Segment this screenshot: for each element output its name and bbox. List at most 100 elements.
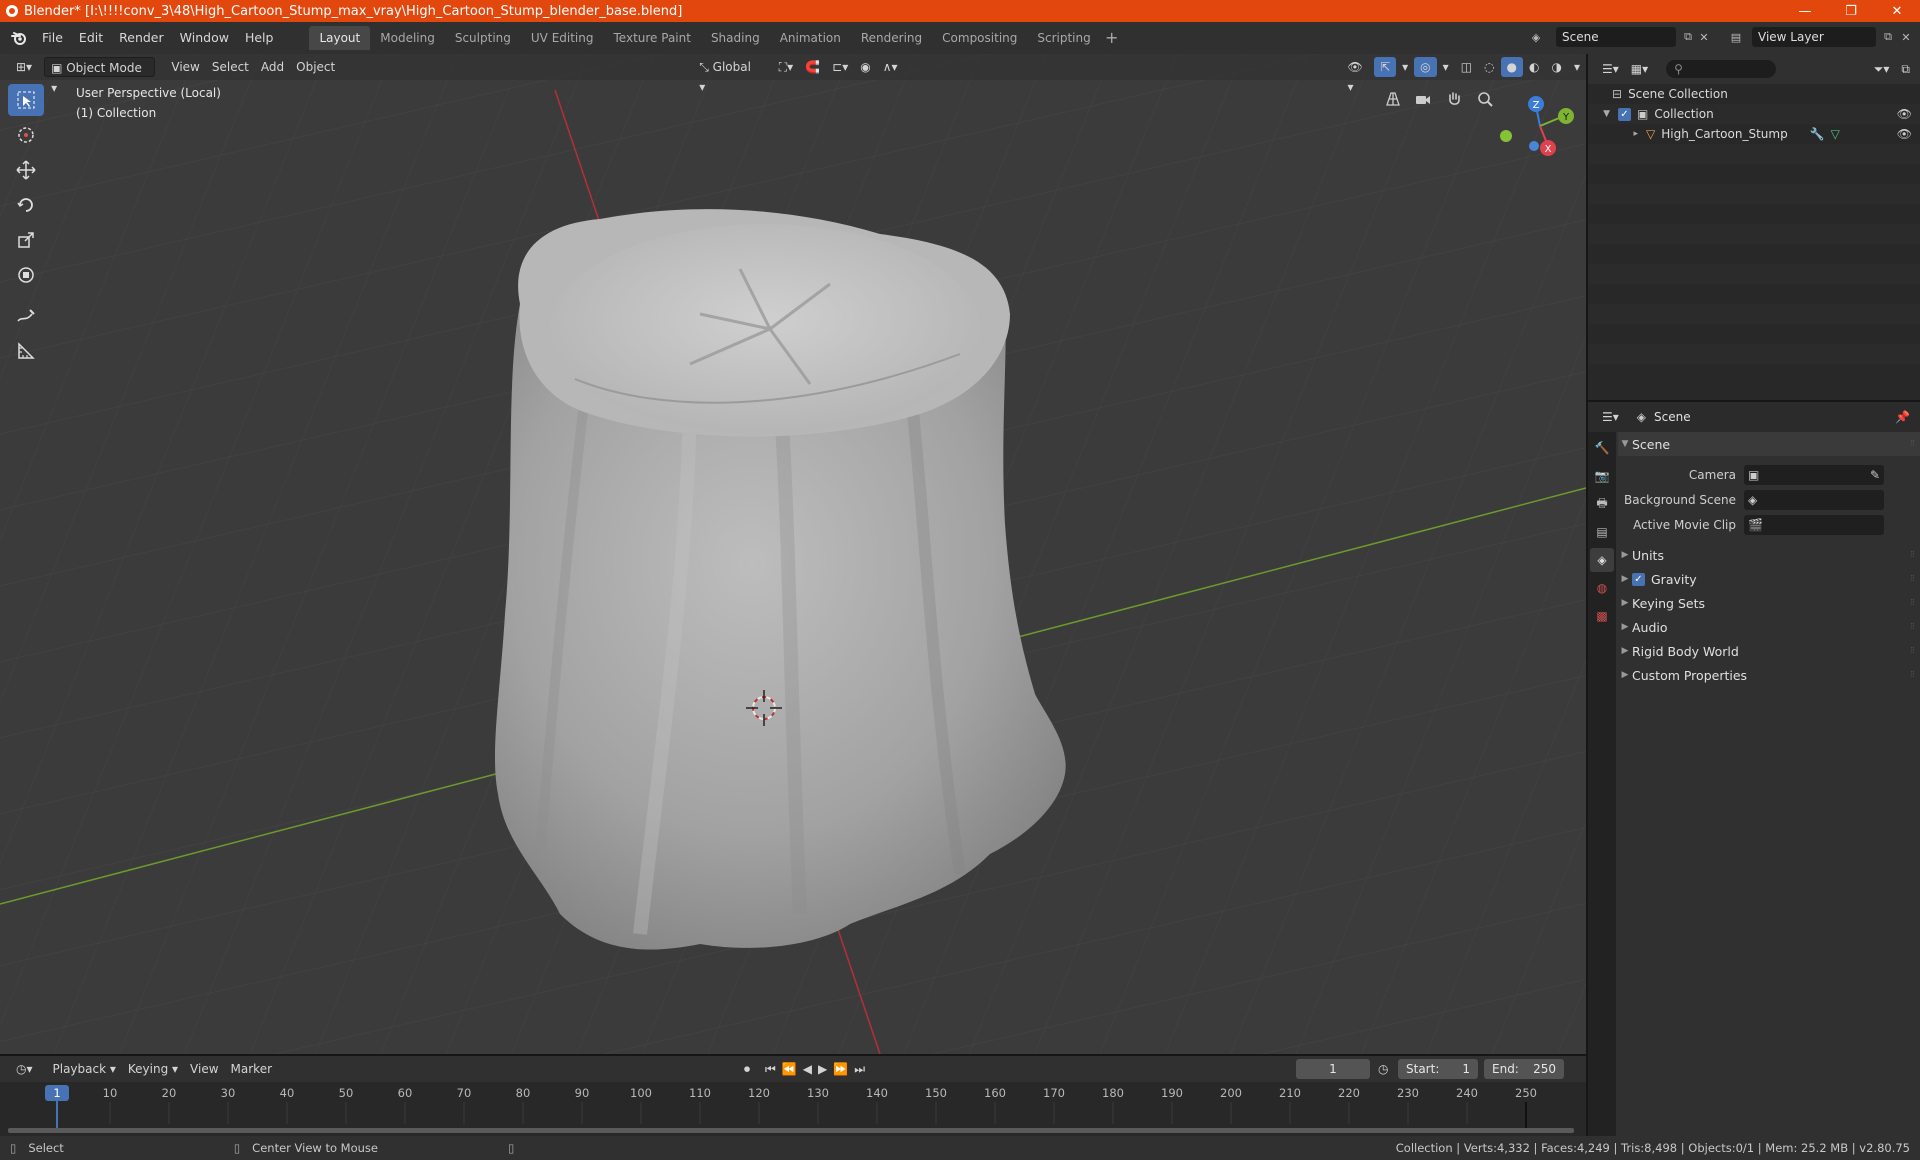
visibility-icon[interactable]: 👁▾: [1342, 57, 1375, 94]
solid-shading-icon[interactable]: ●: [1500, 57, 1523, 77]
drag-grip-icon[interactable]: ⁝⁝: [1910, 574, 1915, 584]
audio-panel-header[interactable]: ▶ Audio ⁝⁝: [1618, 615, 1920, 639]
gravity-checkbox[interactable]: ✓: [1632, 572, 1645, 586]
shading-dropdown-icon[interactable]: ▾: [1568, 57, 1586, 77]
tab-compositing[interactable]: Compositing: [932, 26, 1027, 50]
overlay-toggle-icon[interactable]: ◎: [1414, 57, 1437, 77]
menu-playback[interactable]: Playback ▾: [47, 1059, 122, 1079]
pan-view-hand-icon[interactable]: [1441, 86, 1467, 112]
tab-scripting[interactable]: Scripting: [1027, 26, 1100, 50]
gizmo-dropdown-icon[interactable]: ▾: [1396, 57, 1414, 77]
end-frame-field[interactable]: End: 250: [1484, 1059, 1564, 1079]
background-scene-field[interactable]: ◈: [1744, 489, 1884, 510]
camera-field[interactable]: ▣ ✎: [1744, 464, 1884, 485]
tab-view-layer[interactable]: ▤: [1590, 520, 1614, 544]
menu-add[interactable]: Add: [255, 57, 290, 77]
editor-type-icon[interactable]: ⊞▾: [10, 57, 38, 77]
timeline-ruler[interactable]: 1 10 20 30 40 50 60 70 80 90 100 110 120 130 140 150 160…: [0, 1082, 1586, 1136]
keying-sets-panel-header[interactable]: ▶ Keying Sets ⁝⁝: [1618, 591, 1920, 615]
toggle-camera-view-grid-icon[interactable]: [1380, 86, 1406, 112]
tab-layout[interactable]: Layout: [309, 26, 371, 50]
snap-icon[interactable]: 🧲: [799, 57, 826, 77]
object-mode-dropdown[interactable]: ▣ Object Mode ▾: [44, 57, 156, 95]
menu-keying[interactable]: Keying ▾: [122, 1059, 184, 1079]
play-reverse-button[interactable]: ◀: [800, 1059, 815, 1079]
cursor-tool[interactable]: [8, 119, 44, 151]
menu-object[interactable]: Object: [290, 57, 341, 77]
camera-view-icon[interactable]: [1410, 86, 1436, 112]
start-frame-field[interactable]: Start: 1: [1398, 1059, 1478, 1079]
rotate-tool[interactable]: [8, 189, 44, 221]
menu-file[interactable]: File: [34, 27, 71, 49]
menu-marker[interactable]: Marker: [225, 1059, 278, 1079]
outliner-search-input[interactable]: ⚲: [1666, 60, 1777, 78]
eyedropper-icon[interactable]: ✎: [1870, 468, 1880, 482]
tab-sculpting[interactable]: Sculpting: [445, 26, 521, 50]
expand-object-icon[interactable]: ▸: [1588, 129, 1638, 139]
rendered-shading-icon[interactable]: ◑: [1545, 57, 1567, 77]
outliner-editor-type-icon[interactable]: ☰▾: [1596, 59, 1625, 79]
mesh-data-icon[interactable]: ▽: [1831, 127, 1840, 141]
use-preview-range-icon[interactable]: ◷: [1372, 1059, 1394, 1079]
add-workspace-icon[interactable]: +: [1101, 27, 1123, 49]
current-frame-field[interactable]: 1: [1296, 1059, 1370, 1079]
record-button[interactable]: ⏺: [738, 1059, 756, 1079]
minimize-button[interactable]: —: [1782, 0, 1828, 22]
pin-icon[interactable]: 📌: [1895, 410, 1910, 424]
3d-viewport[interactable]: Z Y X ⊞▾ ▣ Object Mode ▾ View Select Add…: [0, 54, 1586, 1054]
filter-icon[interactable]: ⏷▾: [1868, 59, 1896, 79]
play-button[interactable]: ▶: [815, 1059, 830, 1079]
collection-enable-checkbox[interactable]: ✓: [1618, 107, 1631, 121]
menu-render[interactable]: Render: [111, 27, 172, 49]
new-view-layer-icon[interactable]: ⧉: [1878, 27, 1898, 47]
tab-world[interactable]: ◍: [1590, 576, 1614, 600]
timeline-editor-type-icon[interactable]: ◷▾: [10, 1059, 39, 1079]
rigid-body-world-panel-header[interactable]: ▶ Rigid Body World ⁝⁝: [1618, 639, 1920, 663]
jump-to-keyframe-back-button[interactable]: ⏪: [779, 1059, 800, 1079]
drag-grip-icon[interactable]: ⁝⁝: [1910, 622, 1915, 632]
overlay-dropdown-icon[interactable]: ▾: [1437, 57, 1455, 77]
drag-grip-icon[interactable]: ⁝⁝: [1910, 646, 1915, 656]
tab-texture-paint[interactable]: Texture Paint: [604, 26, 701, 50]
menu-select[interactable]: Select: [206, 57, 255, 77]
tab-output[interactable]: 🖶: [1590, 492, 1614, 516]
menu-timeline-view[interactable]: View: [184, 1059, 224, 1079]
select-box-tool[interactable]: [8, 84, 44, 116]
jump-to-start-button[interactable]: ⏮: [762, 1059, 779, 1079]
measure-tool[interactable]: [8, 335, 44, 367]
jump-to-keyframe-forward-button[interactable]: ⏩: [830, 1059, 851, 1079]
custom-properties-panel-header[interactable]: ▶ Custom Properties ⁝⁝: [1618, 663, 1920, 687]
tab-tool[interactable]: 🔨: [1590, 436, 1614, 460]
view-layer-field[interactable]: View Layer: [1752, 27, 1876, 47]
falloff-icon[interactable]: ∧▾: [877, 57, 904, 77]
annotate-tool[interactable]: [8, 300, 44, 332]
viewport-scene[interactable]: Z Y X: [0, 54, 1586, 1054]
scene-selector-icon[interactable]: ◈: [1526, 27, 1546, 47]
outliner-row-high-cartoon-stump[interactable]: ▸ ▽ High_Cartoon_Stump 🔧 ▽ 👁: [1588, 124, 1920, 144]
collection-visibility-eye-icon[interactable]: 👁: [1897, 107, 1912, 121]
timeline-scrollbar[interactable]: [8, 1128, 1574, 1133]
cartoon-stump-mesh[interactable]: [495, 209, 1066, 950]
scale-tool[interactable]: [8, 224, 44, 256]
transform-orientation-dropdown[interactable]: ⤡ Global ▾: [693, 57, 765, 94]
proportional-edit-icon[interactable]: ◉: [854, 57, 876, 77]
tab-texture[interactable]: ▩: [1590, 604, 1614, 628]
jump-to-end-button[interactable]: ⏭: [851, 1059, 868, 1079]
material-shading-icon[interactable]: ◐: [1523, 57, 1545, 77]
menu-window[interactable]: Window: [172, 27, 237, 49]
drag-grip-icon[interactable]: ⁝⁝: [1910, 439, 1915, 449]
outliner-row-collection[interactable]: ▼ ✓ ▣ Collection 👁: [1588, 104, 1920, 124]
wireframe-shading-icon[interactable]: ◌: [1478, 57, 1500, 77]
drag-grip-icon[interactable]: ⁝⁝: [1910, 670, 1915, 680]
tab-rendering[interactable]: Rendering: [851, 26, 932, 50]
object-visibility-eye-icon[interactable]: 👁: [1897, 127, 1912, 141]
tab-scene[interactable]: ◈: [1590, 548, 1614, 572]
expand-collection-icon[interactable]: ▼: [1588, 109, 1610, 119]
new-collection-icon[interactable]: ⧉: [1895, 59, 1916, 79]
outliner-row-scene-collection[interactable]: ⊟ Scene Collection: [1588, 84, 1920, 104]
menu-help[interactable]: Help: [237, 27, 282, 49]
tab-uv-editing[interactable]: UV Editing: [521, 26, 604, 50]
blender-logo-icon[interactable]: [4, 27, 34, 49]
gravity-panel-header[interactable]: ▶ ✓ Gravity ⁝⁝: [1618, 567, 1920, 591]
menu-edit[interactable]: Edit: [71, 27, 111, 49]
